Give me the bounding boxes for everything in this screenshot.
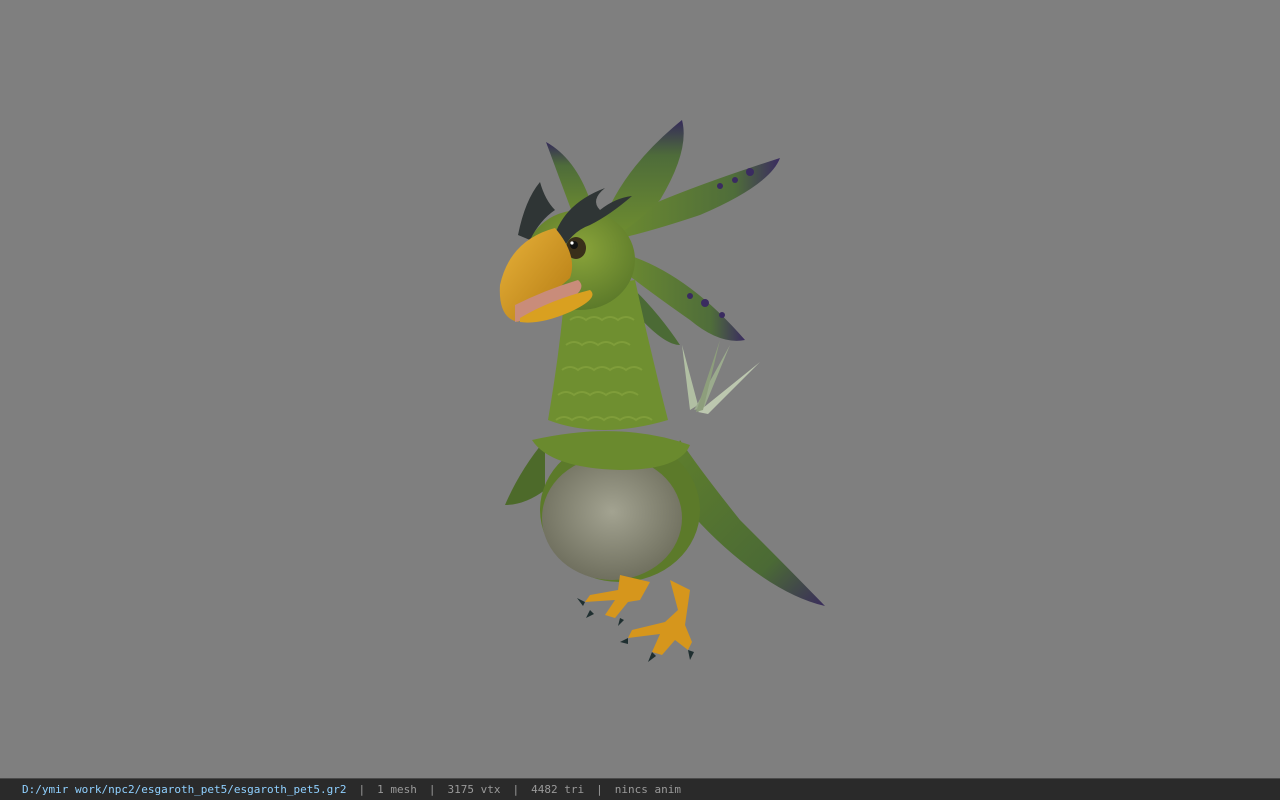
triangle-count: 4482 tri bbox=[531, 783, 585, 796]
vertex-count: 3175 vtx bbox=[447, 783, 501, 796]
parrot-model[interactable] bbox=[0, 0, 1280, 778]
3d-viewport[interactable] bbox=[0, 0, 1280, 778]
legs bbox=[585, 575, 692, 655]
separator: | bbox=[512, 783, 520, 796]
separator: | bbox=[358, 783, 366, 796]
status-bar: D:/ymir work/npc2/esgaroth_pet5/esgaroth… bbox=[0, 778, 1280, 800]
separator: | bbox=[428, 783, 436, 796]
tail-tuft bbox=[682, 340, 760, 414]
left-wing bbox=[505, 440, 545, 505]
body bbox=[532, 431, 700, 582]
mesh-count: 1 mesh bbox=[377, 783, 417, 796]
file-path: D:/ymir work/npc2/esgaroth_pet5/esgaroth… bbox=[22, 783, 347, 796]
anim-status: nincs anim bbox=[614, 783, 681, 796]
separator: | bbox=[596, 783, 603, 796]
